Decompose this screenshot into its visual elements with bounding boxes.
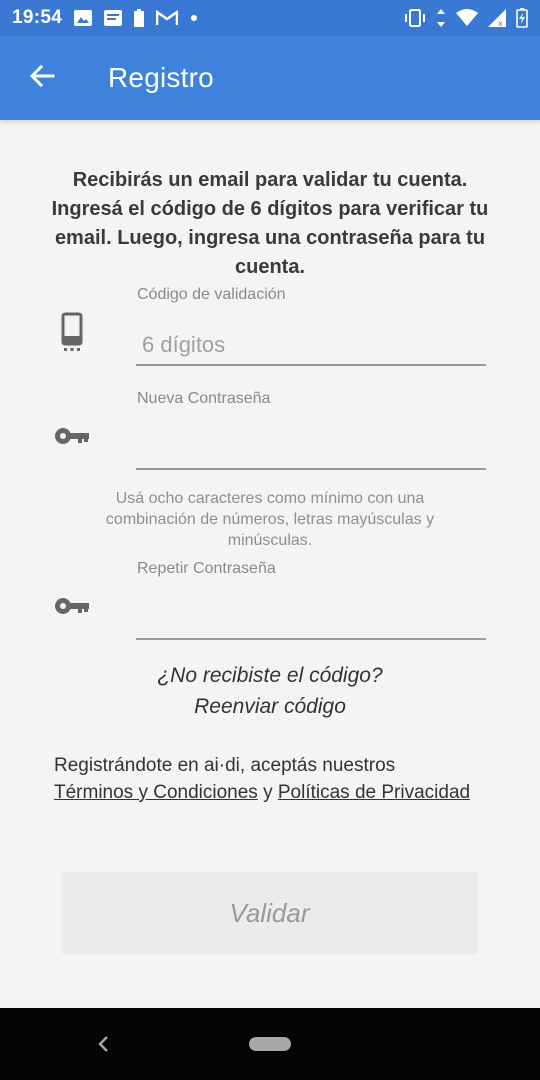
vibrate-icon: [404, 9, 426, 27]
signal-icon: x: [488, 9, 506, 27]
message-icon: [104, 10, 123, 26]
key-icon: [52, 586, 92, 626]
terms-prefix: Registrándote en ai·di, aceptás nuestros: [54, 755, 396, 776]
new-password-label: Nueva Contraseña: [137, 390, 271, 407]
gmail-icon: [156, 10, 179, 26]
terms-connector: y: [257, 782, 278, 803]
terms-link[interactable]: Términos y Condiciones: [54, 782, 258, 803]
intro-text: Recibirás un email para validar tu cuent…: [51, 169, 489, 278]
battery-icon: [516, 8, 528, 28]
status-bar: 19:54 x: [0, 0, 540, 36]
status-time: 19:54: [12, 7, 63, 28]
resend-question: ¿No recibiste el código?: [157, 664, 383, 687]
code-label: Código de validación: [137, 286, 286, 303]
password-hint: Usá ocho caracteres como mínimo con una …: [105, 490, 435, 549]
chevron-left-icon: [98, 1036, 108, 1052]
privacy-link[interactable]: Políticas de Privacidad: [278, 782, 470, 803]
repeat-password-input[interactable]: [136, 600, 486, 640]
app-bar: Registro: [0, 36, 540, 120]
system-icons: x: [404, 8, 528, 28]
battery-saver-icon: [134, 9, 145, 27]
navigation-bar: [0, 1008, 540, 1080]
validate-button[interactable]: Validar: [61, 872, 478, 954]
back-button[interactable]: [0, 36, 84, 120]
wifi-icon: [456, 9, 478, 27]
key-icon: [52, 416, 92, 456]
terms-text: Registrándote en ai·di, aceptás nuestros…: [54, 752, 474, 806]
resend-code-link[interactable]: Reenviar código: [0, 691, 540, 722]
arrow-left-icon: [29, 63, 55, 94]
notification-icons: [74, 9, 198, 27]
nav-back-button[interactable]: [93, 1032, 113, 1056]
page-title: Registro: [108, 62, 214, 93]
data-arrows-icon: [436, 9, 446, 27]
image-icon: [74, 10, 93, 26]
new-password-input[interactable]: [136, 430, 486, 470]
code-input[interactable]: [136, 326, 486, 366]
dot-icon: [190, 14, 198, 22]
resend-section: ¿No recibiste el código? Reenviar código: [0, 660, 540, 722]
repeat-password-label: Repetir Contraseña: [137, 560, 276, 577]
svg-text:x: x: [498, 19, 503, 27]
nav-home-button[interactable]: [249, 1037, 291, 1051]
phone-icon: [52, 312, 92, 352]
